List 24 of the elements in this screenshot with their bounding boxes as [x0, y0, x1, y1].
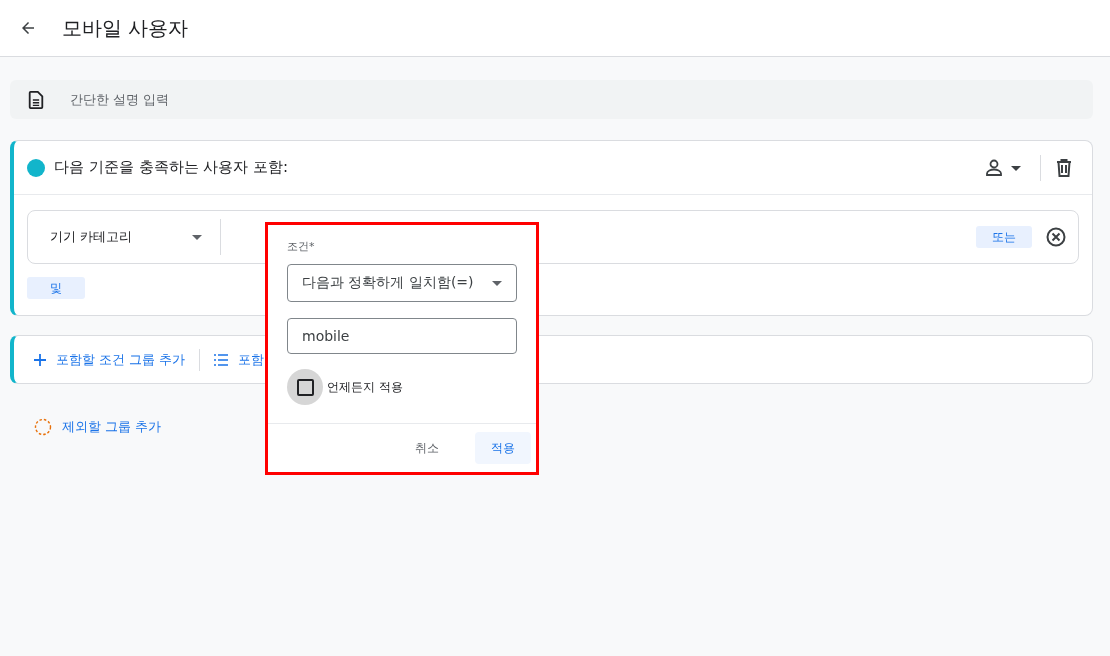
or-button[interactable]: 또는	[976, 226, 1032, 248]
field-label: 조건*	[287, 239, 316, 254]
trash-icon[interactable]	[1056, 158, 1072, 177]
checkbox-label: 언제든지 적용	[327, 378, 403, 396]
caret-icon	[192, 234, 203, 240]
add-exclude-group-button[interactable]: 제외할 그룹 추가	[34, 418, 162, 436]
add-group-button[interactable]: 포함할 조건 그룹 추가	[34, 350, 186, 369]
document-icon	[28, 90, 44, 109]
dimension-dropdown[interactable]: 기기 카테고리	[50, 219, 222, 255]
caret-icon	[492, 280, 502, 286]
value-field[interactable]: mobile	[287, 318, 517, 354]
description-field[interactable]: 간단한 설명 입력	[68, 91, 672, 108]
checkbox[interactable]	[296, 378, 314, 396]
operator-dropdown[interactable]: 다음과 정확하게 일치함(=)	[287, 264, 517, 302]
dashed-circle-icon	[34, 418, 52, 436]
cancel-button[interactable]: 취소	[399, 432, 455, 464]
group-title: 다음 기준을 충족하는 사용자 포함:	[54, 158, 289, 177]
and-button[interactable]: 및	[27, 277, 85, 299]
add-group-button[interactable]: 포함	[214, 350, 265, 369]
page-title: 모바일 사용자	[62, 14, 189, 42]
plus-icon	[34, 353, 46, 366]
apply-button[interactable]: 적용	[475, 432, 531, 464]
close-circle-icon[interactable]	[1046, 227, 1066, 247]
list-icon	[214, 353, 229, 366]
